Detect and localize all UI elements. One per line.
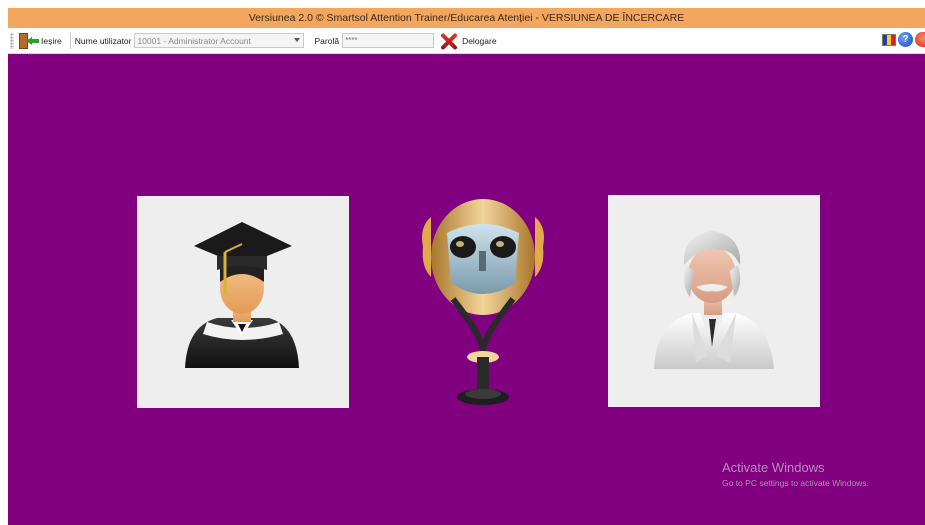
activation-watermark: Activate Windows Go to PC settings to ac…: [722, 460, 869, 488]
toolbar-grip[interactable]: [10, 32, 14, 49]
close-x-icon: [438, 32, 460, 50]
chevron-down-icon[interactable]: [294, 38, 301, 42]
app-window: Versiunea 2.0 © Smartsol Attention Train…: [8, 8, 925, 525]
exit-door-icon: [17, 32, 39, 50]
password-label: Parolă: [314, 35, 340, 46]
username-value: 10001 - Administrator Account: [137, 35, 251, 46]
power-icon[interactable]: [915, 32, 925, 47]
exit-button[interactable]: Ieșire: [17, 30, 66, 52]
username-label: Nume utilizator: [74, 35, 132, 46]
binocular-viewer-icon: [422, 199, 544, 405]
toolbar: Ieșire Nume utilizator 10001 - Administr…: [8, 28, 925, 54]
watermark-subtitle: Go to PC settings to activate Windows.: [722, 478, 869, 488]
toolbar-separator: [69, 32, 71, 49]
main-area: Activate Windows Go to PC settings to ac…: [8, 54, 925, 525]
password-field[interactable]: ****: [342, 33, 435, 48]
romanian-flag-icon[interactable]: [882, 33, 896, 46]
toolbar-right-icons: ?: [882, 32, 925, 47]
student-card[interactable]: [137, 196, 349, 408]
logout-button[interactable]: Delogare: [438, 32, 497, 50]
title-bar: Versiunea 2.0 © Smartsol Attention Train…: [8, 8, 925, 28]
doctor-card[interactable]: [608, 195, 820, 407]
graduate-icon: [185, 222, 299, 368]
username-select[interactable]: 10001 - Administrator Account: [134, 33, 305, 48]
logout-label: Delogare: [462, 35, 497, 46]
viewer-card[interactable]: [413, 187, 553, 412]
help-icon[interactable]: ?: [898, 32, 913, 47]
password-value: ****: [345, 36, 358, 45]
doctor-icon: [654, 231, 774, 369]
exit-label: Ieșire: [41, 35, 62, 46]
window-title: Versiunea 2.0 © Smartsol Attention Train…: [248, 12, 685, 24]
watermark-title: Activate Windows: [722, 460, 825, 475]
